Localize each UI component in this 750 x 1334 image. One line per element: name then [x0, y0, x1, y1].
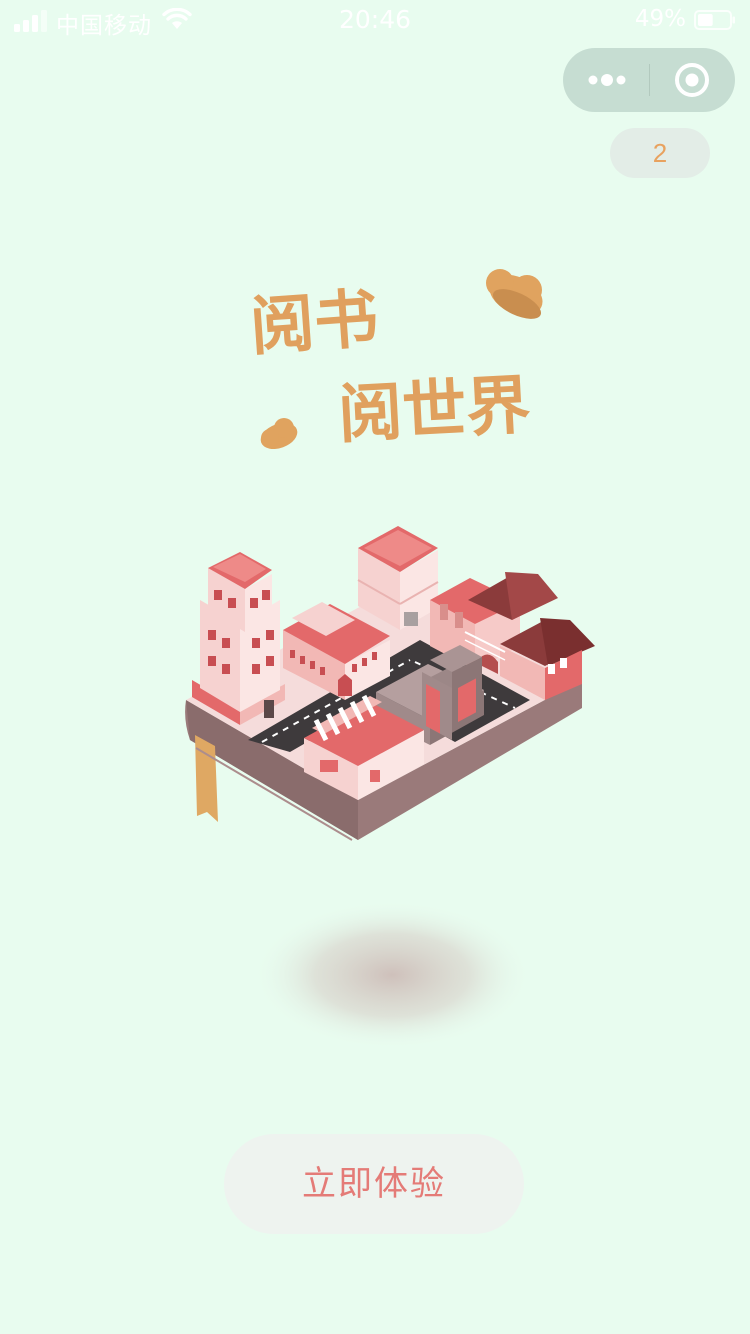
cloud-icon	[260, 418, 298, 450]
tall-tower-building	[192, 552, 285, 725]
target-circle-icon	[675, 63, 709, 97]
cloud-icon	[486, 269, 543, 319]
start-experience-button[interactable]: 立即体验	[224, 1134, 524, 1234]
hero-illustration: 阅书 阅世界	[185, 269, 595, 1050]
countdown-badge[interactable]: 2	[610, 128, 710, 178]
hero-title-line2: 阅世界	[337, 369, 533, 453]
status-bar: 中国移动 20:46 49%	[0, 0, 750, 40]
battery-icon	[694, 10, 735, 30]
close-button[interactable]	[650, 48, 735, 112]
hero-title-line1: 阅书	[248, 282, 381, 365]
battery-percent: 49%	[634, 6, 686, 32]
more-dots-icon	[588, 74, 626, 86]
ground-shadow	[252, 900, 532, 1050]
menu-capsule	[563, 48, 735, 112]
more-button[interactable]	[563, 48, 649, 112]
